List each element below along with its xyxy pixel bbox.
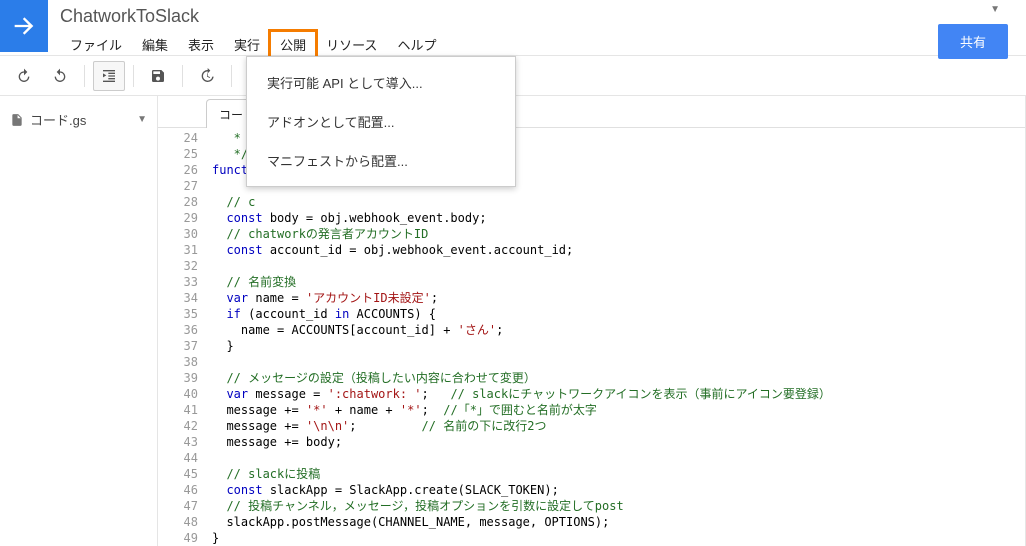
topbar: ChatworkToSlack ファイル 編集 表示 実行 公開 リソース ヘル…: [0, 0, 1026, 56]
menubar: ファイル 編集 表示 実行 公開 リソース ヘルプ: [60, 31, 1026, 58]
indent-button[interactable]: [93, 61, 125, 91]
menu-run[interactable]: 実行: [224, 31, 270, 58]
menu-publish[interactable]: 公開: [270, 31, 316, 58]
file-sidebar: コード.gs ▼: [0, 96, 158, 546]
file-icon: [10, 113, 24, 127]
header-right: ChatworkToSlack ファイル 編集 表示 実行 公開 リソース ヘル…: [48, 0, 1026, 58]
toolbar-separator: [133, 65, 134, 87]
menu-help[interactable]: ヘルプ: [387, 31, 446, 58]
toolbar-separator: [231, 65, 232, 87]
share-button[interactable]: 共有: [938, 24, 1008, 59]
menu-resources[interactable]: リソース: [316, 31, 387, 58]
undo-button[interactable]: [8, 61, 40, 91]
toolbar-separator: [84, 65, 85, 87]
toolbar-separator: [182, 65, 183, 87]
project-title[interactable]: ChatworkToSlack: [60, 0, 1026, 31]
line-gutter: 2425262728293031323334353637383940414243…: [158, 128, 204, 546]
publish-dropdown: 実行可能 API として導入... アドオンとして配置... マニフェストから配…: [246, 56, 516, 187]
menu-file[interactable]: ファイル: [60, 31, 132, 58]
save-button[interactable]: [142, 61, 174, 91]
sidebar-file-label: コード.gs: [30, 110, 86, 129]
publish-menu-deploy-api[interactable]: 実行可能 API として導入...: [247, 63, 515, 102]
menu-view[interactable]: 表示: [178, 31, 224, 58]
code-area[interactable]: 2425262728293031323334353637383940414243…: [158, 128, 1025, 546]
apps-script-logo: [0, 0, 48, 52]
code-lines[interactable]: * sla */functi // c const body = obj.web…: [204, 128, 1025, 546]
menu-edit[interactable]: 編集: [132, 31, 178, 58]
chevron-down-icon[interactable]: ▼: [137, 114, 147, 125]
publish-menu-deploy-addon[interactable]: アドオンとして配置...: [247, 102, 515, 141]
history-button[interactable]: [191, 61, 223, 91]
publish-menu-deploy-manifest[interactable]: マニフェストから配置...: [247, 141, 515, 180]
more-menu-icon[interactable]: ▼: [990, 4, 1000, 15]
redo-button[interactable]: [44, 61, 76, 91]
sidebar-file-code-gs[interactable]: コード.gs ▼: [0, 104, 157, 135]
